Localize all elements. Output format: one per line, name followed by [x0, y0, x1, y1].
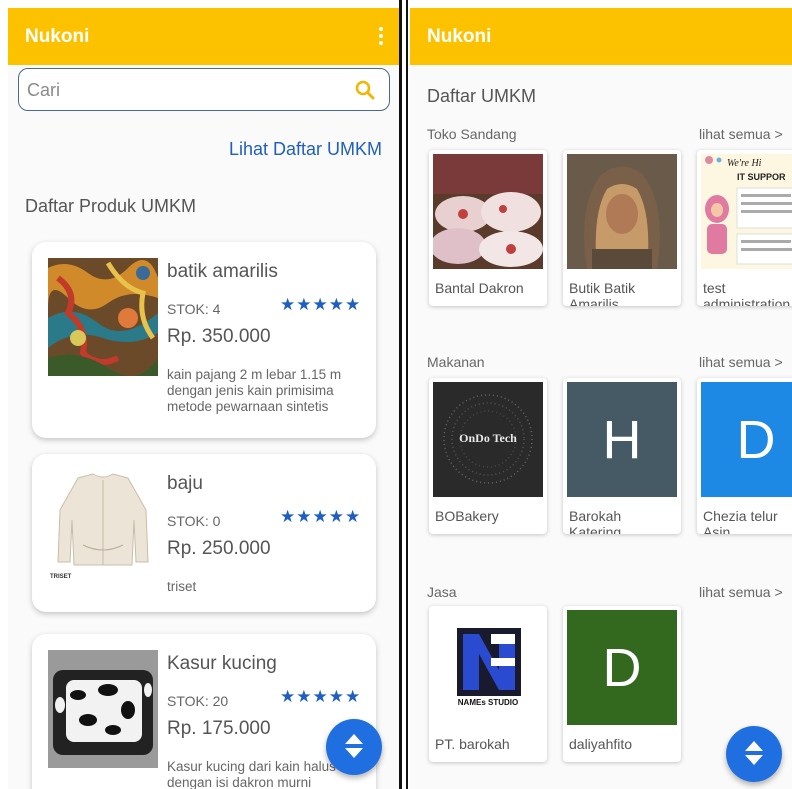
store-card[interactable]: We're Hi IT SUPPOR test administration: [697, 150, 792, 306]
product-image: [48, 650, 158, 768]
product-price: Rp. 175.000: [167, 718, 271, 739]
shirt-picture: [57, 473, 149, 566]
store-card[interactable]: Bantal Dakron: [429, 150, 547, 306]
product-description: kain pajang 2 m lebar 1.15 m dengan jeni…: [167, 367, 342, 414]
search-input[interactable]: [27, 78, 347, 102]
store-card[interactable]: NAMEs STUDIO PT. barokah: [429, 606, 547, 762]
store-image: H: [567, 382, 677, 497]
product-stock: STOK: 0: [167, 513, 221, 529]
product-card[interactable]: TRISET baju STOK: 0 ★★★★★ Rp. 250.000 tr…: [32, 454, 376, 612]
product-stock: STOK: 4: [167, 301, 221, 317]
screen-divider: [406, 0, 408, 789]
store-image: We're Hi IT SUPPOR: [701, 154, 792, 269]
page-title: Daftar UMKM: [427, 86, 537, 106]
store-card[interactable]: OnDo Tech BOBakery: [429, 378, 547, 534]
see-all-link[interactable]: lihat semua >: [699, 126, 783, 142]
screen-divider: [399, 0, 402, 789]
store-image: D: [701, 382, 792, 497]
image-caption: TRISET: [50, 574, 72, 580]
view-umkm-list-link[interactable]: Lihat Daftar UMKM: [229, 139, 382, 160]
category-label: Toko Sandang: [427, 126, 517, 142]
scroll-toggle-icon: [745, 741, 763, 751]
product-image: TRISET: [48, 470, 158, 588]
product-list-screen: Nukoni Lihat Daftar UMKM Daftar Produk U…: [8, 8, 399, 789]
store-name: Barokah Katering: [569, 508, 622, 534]
store-name: BOBakery: [435, 508, 499, 524]
store-name: Butik Batik Amarilis: [569, 280, 636, 306]
scroll-toggle-button[interactable]: [726, 726, 782, 782]
product-name: batik amarilis: [167, 261, 278, 282]
see-all-link[interactable]: lihat semua >: [699, 354, 783, 370]
more-vert-icon[interactable]: [379, 27, 383, 45]
store-initial: D: [736, 409, 776, 470]
store-card[interactable]: D daliyahfito: [563, 606, 681, 762]
store-initial: D: [602, 637, 642, 698]
store-name: PT. barokah: [435, 736, 510, 752]
image-text: NAMEs STUDIO: [457, 698, 519, 707]
app-bar: Nukoni: [410, 8, 792, 65]
product-name: baju: [167, 473, 203, 494]
scroll-toggle-icon: [345, 734, 363, 744]
app-bar: Nukoni: [8, 8, 399, 65]
store-image: D: [567, 610, 677, 725]
store-image: NAMEs STUDIO: [433, 610, 543, 725]
store-card[interactable]: D Chezia telur Asin: [697, 378, 792, 534]
product-description: triset: [167, 579, 197, 594]
product-image: [48, 258, 158, 376]
scroll-toggle-icon-lower: [345, 748, 363, 758]
store-image: [433, 154, 543, 269]
image-text: OnDo Tech: [459, 431, 517, 445]
store-card[interactable]: H Barokah Katering: [563, 378, 681, 534]
search-field[interactable]: [18, 68, 390, 111]
store-illustration: [705, 156, 792, 265]
store-name: daliyahfito: [569, 736, 633, 752]
store-card[interactable]: Butik Batik Amarilis: [563, 150, 681, 306]
store-image: [567, 154, 677, 269]
scroll-toggle-icon-lower: [745, 755, 763, 765]
store-image: OnDo Tech: [433, 382, 543, 497]
section-title: Daftar Produk UMKM: [25, 196, 197, 216]
product-price: Rp. 250.000: [167, 538, 271, 559]
rating-stars: ★★★★★: [280, 507, 362, 526]
product-card[interactable]: batik amarilis STOK: 4 ★★★★★ Rp. 350.000…: [32, 242, 376, 438]
product-card[interactable]: Kasur kucing STOK: 20 ★★★★★ Rp. 175.000 …: [32, 634, 376, 789]
app-title: Nukoni: [427, 26, 492, 47]
see-all-link[interactable]: lihat semua >: [699, 584, 783, 600]
store-name: test administration: [703, 280, 791, 306]
rating-stars: ★★★★★: [280, 687, 362, 706]
product-price: Rp. 350.000: [167, 326, 271, 347]
names-studio-logo: [457, 628, 521, 696]
scroll-toggle-button[interactable]: [326, 719, 382, 775]
store-name: Bantal Dakron: [435, 280, 524, 296]
app-title: Nukoni: [25, 26, 90, 47]
rating-stars: ★★★★★: [280, 295, 362, 314]
umkm-list-screen: Nukoni Daftar UMKM Toko Sandang lihat se…: [410, 8, 792, 789]
store-initial: H: [602, 409, 642, 470]
category-label: Makanan: [427, 354, 485, 370]
product-name: Kasur kucing: [167, 653, 277, 674]
store-name: Chezia telur Asin: [703, 508, 778, 534]
category-label: Jasa: [427, 584, 457, 600]
product-stock: STOK: 20: [167, 693, 229, 709]
search-icon[interactable]: [355, 80, 375, 100]
